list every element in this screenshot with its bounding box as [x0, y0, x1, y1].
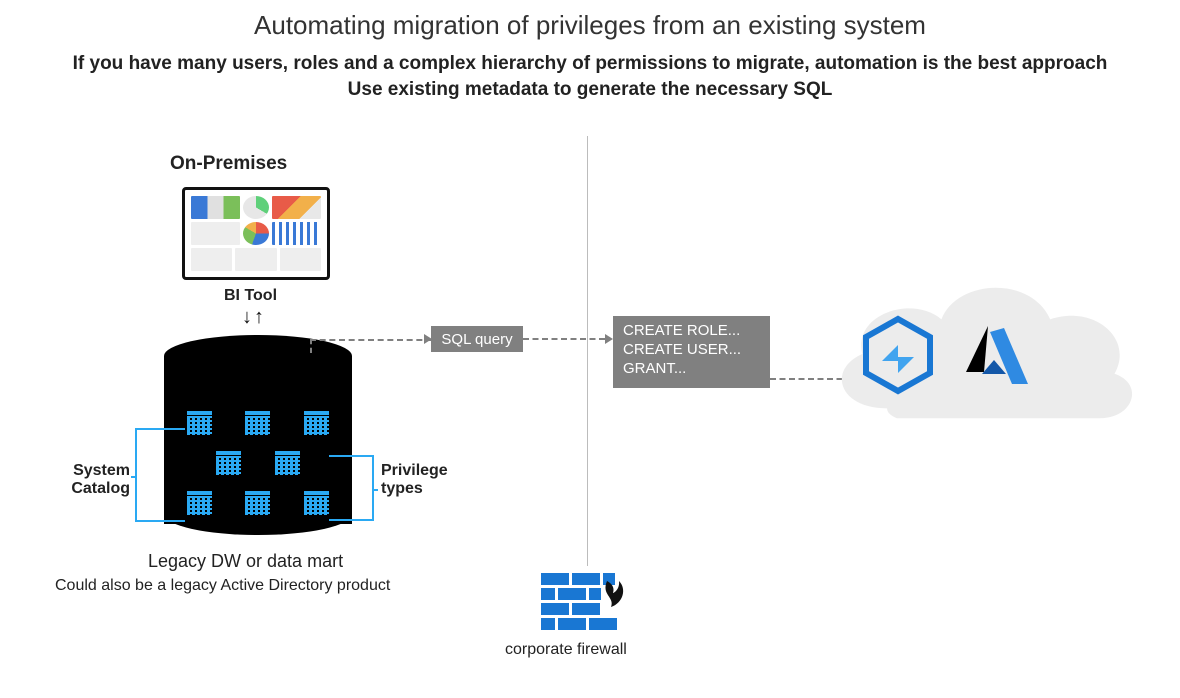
- sql-commands-box: CREATE ROLE... CREATE USER... GRANT...: [613, 316, 770, 388]
- cmd-create-role: CREATE ROLE...: [623, 322, 740, 339]
- database-icon: [164, 335, 352, 535]
- diagram-stage: On-Premises BI Tool ↓↑: [0, 130, 1180, 698]
- bi-db-arrows-icon: ↓↑: [242, 306, 266, 329]
- azure-synapse-icon: [858, 315, 938, 395]
- database-sublabel: Could also be a legacy Active Directory …: [55, 577, 390, 595]
- cmd-grant: GRANT...: [623, 360, 686, 377]
- azure-logo-icon: [960, 322, 1032, 388]
- page-title: Automating migration of privileges from …: [0, 0, 1180, 41]
- cmd-create-user: CREATE USER...: [623, 341, 741, 358]
- privilege-types-label: Privilege types: [381, 462, 471, 497]
- bi-tool-label: BI Tool: [224, 287, 277, 305]
- subtitle-line-2: Use existing metadata to generate the ne…: [0, 79, 1180, 101]
- sql-query-box: SQL query: [431, 326, 523, 352]
- system-catalog-label: System Catalog: [50, 462, 130, 497]
- onprem-heading: On-Premises: [170, 153, 287, 175]
- catalog-bracket-icon: [135, 428, 185, 522]
- privilege-bracket-icon: [329, 455, 374, 521]
- database-label: Legacy DW or data mart: [148, 551, 343, 572]
- firewall-icon: [541, 573, 633, 633]
- subtitle-line-1: If you have many users, roles and a comp…: [0, 53, 1180, 75]
- firewall-label: corporate firewall: [505, 641, 627, 659]
- firewall-divider-line: [587, 136, 588, 566]
- bi-tool-icon: [182, 187, 330, 280]
